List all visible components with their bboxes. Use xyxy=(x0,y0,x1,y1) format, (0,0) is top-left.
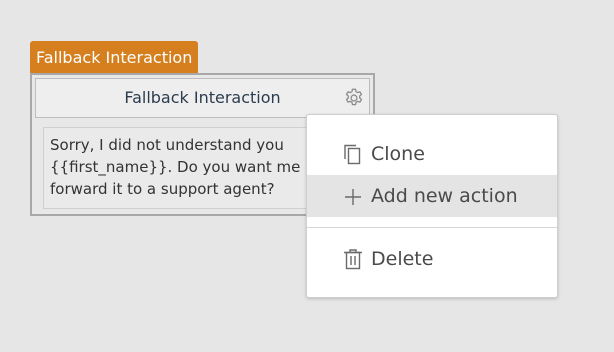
node-title: Fallback Interaction xyxy=(124,88,281,107)
menu-divider xyxy=(307,227,557,228)
node-header[interactable]: Fallback Interaction xyxy=(35,78,370,118)
menu-item-label: Add new action xyxy=(371,185,518,207)
delete-menu-item[interactable]: Delete xyxy=(307,238,557,280)
add-new-action-menu-item[interactable]: Add new action xyxy=(307,175,557,217)
clone-menu-item[interactable]: Clone xyxy=(307,133,557,175)
menu-item-label: Clone xyxy=(371,143,425,165)
node-type-tag: Fallback Interaction xyxy=(30,41,199,74)
menu-item-label: Delete xyxy=(371,248,434,270)
plus-icon xyxy=(345,189,361,205)
copy-icon xyxy=(344,144,361,165)
gear-icon[interactable] xyxy=(343,87,365,109)
context-menu: Clone Add new action Delete xyxy=(306,114,558,298)
trash-icon xyxy=(344,249,362,270)
